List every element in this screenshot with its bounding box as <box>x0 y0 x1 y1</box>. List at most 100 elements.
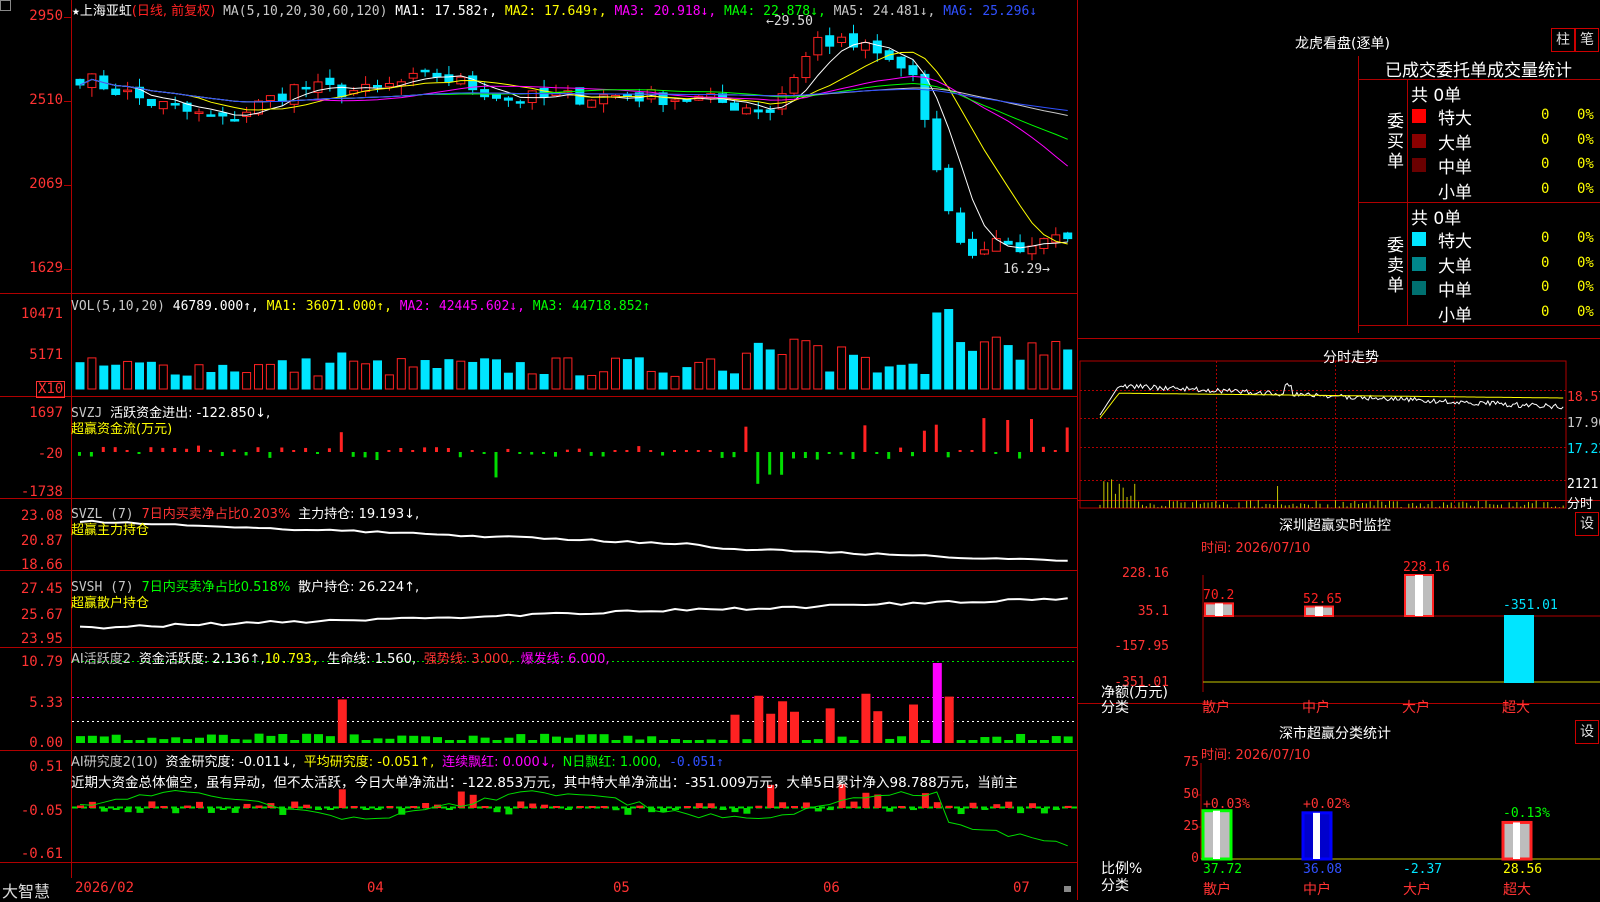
flow-bar <box>684 450 688 452</box>
candle-body <box>337 84 347 98</box>
candle-body <box>837 36 847 44</box>
sh-bar-highlight <box>1213 810 1220 859</box>
flow-bar <box>744 426 748 452</box>
ma-line <box>79 41 1068 249</box>
flow-bar <box>899 447 903 452</box>
volume-bar <box>611 357 620 390</box>
candle-body <box>373 85 382 88</box>
research-bar <box>838 784 846 808</box>
volume-bar <box>765 349 775 390</box>
flow-bar <box>542 452 546 454</box>
main-holding-line <box>79 519 1068 562</box>
candle-body <box>289 84 299 105</box>
chart-canvas[interactable] <box>0 0 1600 900</box>
research-bar <box>731 808 739 813</box>
volume-bar <box>622 359 632 390</box>
volume-bar <box>480 358 490 390</box>
volume-bar <box>849 354 858 390</box>
flow-bar <box>946 452 950 458</box>
volume-bar <box>99 365 109 390</box>
flow-bar <box>101 446 105 452</box>
activity-bar <box>302 733 312 743</box>
flow-bar <box>815 452 819 460</box>
research-bar <box>541 804 549 808</box>
volume-bar <box>1003 345 1013 390</box>
volume-bar <box>408 366 418 390</box>
flow-bar <box>875 452 879 454</box>
volume-bar <box>503 372 513 390</box>
research-bar <box>243 803 251 808</box>
sh-settings-button[interactable]: 设 <box>1575 720 1599 744</box>
activity-bar <box>254 733 264 743</box>
activity-bar <box>183 739 193 743</box>
flow-bar <box>720 452 724 458</box>
flow-bar <box>780 452 784 475</box>
volume-bar <box>158 364 168 390</box>
activity-bar <box>825 708 835 743</box>
research-bar <box>719 808 727 810</box>
research-bar <box>315 808 322 810</box>
sz-settings-button[interactable]: 设 <box>1575 512 1599 536</box>
flow-bar <box>922 430 926 452</box>
flow-bar <box>435 447 438 452</box>
research-bar <box>767 784 775 808</box>
research-bar <box>422 802 430 808</box>
activity-bar <box>1063 736 1073 743</box>
research-bar <box>374 808 382 810</box>
research-bar <box>303 804 311 808</box>
flow-bar <box>339 432 343 452</box>
flow-bar <box>827 452 831 454</box>
flow-bar <box>625 450 629 452</box>
candle-body <box>682 99 692 102</box>
flow-bar <box>1065 427 1069 452</box>
flow-bar <box>708 450 712 452</box>
volume-bar <box>527 373 537 390</box>
activity-bar <box>468 735 478 743</box>
flow-bar <box>173 448 177 452</box>
candle-body <box>741 107 751 115</box>
activity-bar <box>897 736 907 743</box>
volume-bar <box>277 360 287 390</box>
flow-bar <box>78 452 81 456</box>
research-bar <box>612 808 620 811</box>
activity-bar <box>563 737 573 743</box>
volume-bar <box>135 362 144 390</box>
activity-bar <box>849 740 859 743</box>
activity-bar <box>552 736 561 743</box>
flow-bar <box>732 452 736 458</box>
candle-body <box>860 42 870 51</box>
activity-bar <box>647 736 657 743</box>
volume-bar <box>396 358 406 390</box>
candle-body <box>730 102 739 111</box>
volume-bar <box>587 374 597 390</box>
flow-bar <box>327 448 331 452</box>
activity-bar <box>682 740 692 743</box>
activity-bar <box>397 735 407 743</box>
bar-mode-button[interactable]: 柱 <box>1551 28 1575 52</box>
research-bar <box>672 808 679 810</box>
candle-body <box>194 111 204 114</box>
flow-bar <box>982 418 986 452</box>
activity-bar <box>599 734 609 743</box>
flow-bar <box>185 448 189 452</box>
activity-bar <box>837 736 847 743</box>
research-bar <box>576 806 584 808</box>
volume-bar <box>718 370 728 390</box>
flow-bar <box>125 450 129 452</box>
activity-bar <box>516 734 526 743</box>
flow-bar <box>304 447 308 452</box>
volume-bar <box>682 367 692 390</box>
volume-bar <box>706 358 716 390</box>
activity-bar <box>361 740 371 743</box>
flow-bar <box>411 450 415 452</box>
moving-average-lines <box>79 41 1069 249</box>
activity-bar <box>242 739 252 743</box>
research-bar <box>957 808 965 815</box>
volume-bar <box>646 370 656 390</box>
activity-bar <box>671 739 680 743</box>
candle-body <box>384 82 394 88</box>
tick-mode-button[interactable]: 笔 <box>1575 28 1599 52</box>
volume-bar <box>289 371 299 390</box>
volume-bar <box>1039 354 1049 390</box>
activity-bar <box>290 740 300 743</box>
